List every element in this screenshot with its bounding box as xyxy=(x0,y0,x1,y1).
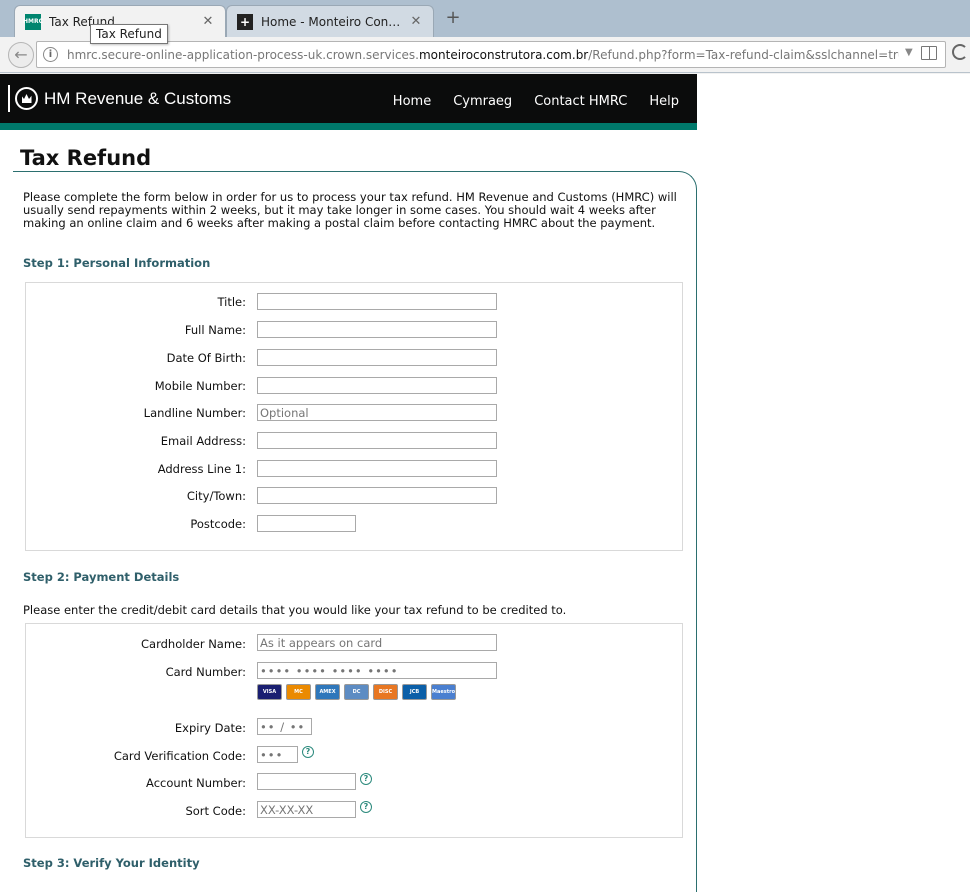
title-label: Title: xyxy=(217,295,246,309)
expiry-label: Expiry Date: xyxy=(174,721,246,735)
close-tab-icon[interactable]: ✕ xyxy=(201,14,215,29)
new-tab-icon[interactable]: + xyxy=(444,9,462,27)
amex-card-icon: AMEX xyxy=(315,684,340,700)
city-label: City/Town: xyxy=(186,489,246,503)
top-nav: Home Cymraeg Contact HMRC Help xyxy=(393,94,679,109)
url-host: monteiroconstrutora.com.br xyxy=(418,48,589,62)
site-header: HM Revenue & Customs Home Cymraeg Contac… xyxy=(0,74,697,130)
nav-cymraeg[interactable]: Cymraeg xyxy=(453,94,512,109)
step1-heading: Step 1: Personal Information xyxy=(23,256,211,270)
step3-heading: Step 3: Verify Your Identity xyxy=(23,856,200,870)
address-input[interactable] xyxy=(257,460,497,477)
cardholder-input[interactable] xyxy=(257,634,497,651)
dob-input[interactable] xyxy=(257,349,497,366)
full-name-label: Full Name: xyxy=(184,323,246,337)
page-title: Tax Refund xyxy=(20,146,152,170)
nav-contact-hmrc[interactable]: Contact HMRC xyxy=(534,94,627,109)
back-arrow-icon[interactable]: ← xyxy=(8,42,34,68)
card-logos: VISA MC AMEX DC DISC JCB Maestro xyxy=(257,684,456,700)
account-help-icon[interactable]: ? xyxy=(360,773,372,785)
url-prefix: hmrc.secure-online-application-process-u… xyxy=(67,48,419,62)
sort-code-label: Sort Code: xyxy=(185,804,246,818)
tab-monteiro-home[interactable]: + Home - Monteiro Construt... ✕ xyxy=(226,5,434,37)
sort-code-help-icon[interactable]: ? xyxy=(360,801,372,813)
card-number-label: Card Number: xyxy=(165,665,246,679)
discover-card-icon: DISC xyxy=(373,684,398,700)
mastercard-icon: MC xyxy=(286,684,311,700)
card-number-input[interactable] xyxy=(257,662,497,679)
cvv-help-icon[interactable]: ? xyxy=(302,746,314,758)
cardholder-label: Cardholder Name: xyxy=(141,637,246,651)
cvv-input[interactable] xyxy=(257,746,298,763)
nav-home[interactable]: Home xyxy=(393,94,431,109)
sort-code-input[interactable] xyxy=(257,801,356,818)
mobile-input[interactable] xyxy=(257,377,497,394)
brand-name[interactable]: HM Revenue & Customs xyxy=(44,89,231,109)
info-icon[interactable]: i xyxy=(43,47,58,62)
browser-chrome: HMRC Tax Refund ✕ + Home - Monteiro Cons… xyxy=(0,0,970,74)
payment-fieldset: Cardholder Name: Card Number: VISA MC AM… xyxy=(25,623,683,838)
email-input[interactable] xyxy=(257,432,497,449)
dropdown-icon[interactable]: ▼ xyxy=(905,47,913,58)
title-input[interactable] xyxy=(257,293,497,310)
visa-card-icon: VISA xyxy=(257,684,282,700)
web-page: HM Revenue & Customs Home Cymraeg Contac… xyxy=(0,74,970,892)
address-bar[interactable]: i hmrc.secure-online-application-process… xyxy=(36,41,946,68)
postcode-label: Postcode: xyxy=(190,517,246,531)
personal-info-fieldset: Title: Full Name: Date Of Birth: Mobile … xyxy=(25,282,683,551)
jcb-card-icon: JCB xyxy=(402,684,427,700)
expiry-input[interactable] xyxy=(257,718,312,735)
landline-label: Landline Number: xyxy=(143,406,246,420)
url-path: /Refund.php?form=Tax-refund-claim&sslcha… xyxy=(588,48,899,62)
hmrc-favicon-icon: HMRC xyxy=(23,13,43,30)
city-input[interactable] xyxy=(257,487,497,504)
crest-divider xyxy=(8,85,10,112)
intro-text: Please complete the form below in order … xyxy=(23,190,677,230)
step2-heading: Step 2: Payment Details xyxy=(23,570,180,584)
payment-intro-text: Please enter the credit/debit card detai… xyxy=(23,603,567,617)
site-favicon-icon: + xyxy=(237,13,253,30)
close-tab-icon[interactable]: ✕ xyxy=(409,14,423,29)
full-name-input[interactable] xyxy=(257,321,497,338)
tab-tooltip: Tax Refund xyxy=(90,24,168,44)
nav-help[interactable]: Help xyxy=(649,94,679,109)
mobile-label: Mobile Number: xyxy=(154,379,246,393)
address-label: Address Line 1: xyxy=(157,462,246,476)
reader-mode-icon[interactable] xyxy=(921,46,937,60)
crown-crest-icon xyxy=(15,87,38,110)
diners-club-icon: DC xyxy=(344,684,369,700)
postcode-input[interactable] xyxy=(257,515,356,532)
landline-input[interactable] xyxy=(257,404,497,421)
maestro-card-icon: Maestro xyxy=(431,684,456,700)
tab-title: Home - Monteiro Construt... xyxy=(261,14,401,29)
url-text[interactable]: hmrc.secure-online-application-process-u… xyxy=(67,48,899,62)
reload-icon[interactable] xyxy=(952,44,968,60)
account-number-input[interactable] xyxy=(257,773,356,790)
dob-label: Date Of Birth: xyxy=(166,351,246,365)
account-number-label: Account Number: xyxy=(146,776,246,790)
email-label: Email Address: xyxy=(160,434,246,448)
cvv-label: Card Verification Code: xyxy=(113,749,246,763)
